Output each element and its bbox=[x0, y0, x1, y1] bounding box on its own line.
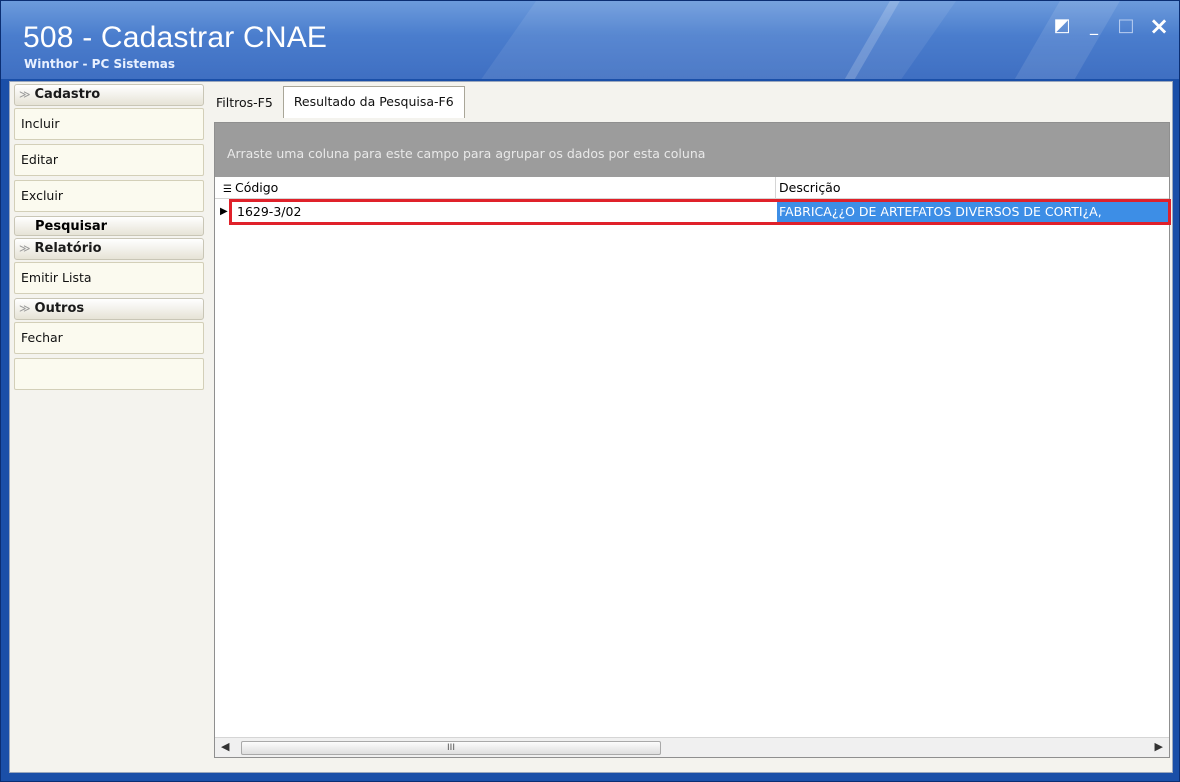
sidebar-item-emitir-lista[interactable]: Emitir Lista bbox=[14, 262, 204, 294]
scroll-left-icon[interactable]: ◀ bbox=[221, 740, 229, 753]
sidebar-item-excluir[interactable]: Excluir bbox=[14, 180, 204, 212]
sidebar-item-editar[interactable]: Editar bbox=[14, 144, 204, 176]
column-headers: ☰ Código Descrição bbox=[215, 177, 1169, 199]
sidebar-item-empty bbox=[14, 358, 204, 390]
group-label: Relatório bbox=[34, 241, 102, 256]
client-area: ≫ Cadastro Incluir Editar Excluir Pesquis… bbox=[9, 81, 1173, 773]
chevron-down-icon: ≫ bbox=[19, 242, 31, 255]
cell-descricao[interactable]: FABRICA¿¿O DE ARTEFATOS DIVERSOS DE CORT… bbox=[777, 202, 1171, 222]
maximize-icon[interactable]: □ bbox=[1117, 17, 1135, 35]
title-bar[interactable]: 508 - Cadastrar CNAE Winthor - PC Sistem… bbox=[1, 1, 1179, 79]
group-by-panel[interactable]: Arraste uma coluna para este campo para … bbox=[215, 123, 1169, 177]
sidebar: ≫ Cadastro Incluir Editar Excluir Pesquis… bbox=[14, 84, 204, 770]
table-row[interactable]: ▶ 1629-3/02 FABRICA¿¿O DE ARTEFATOS DIVE… bbox=[215, 201, 1171, 223]
sidebar-group-cadastro[interactable]: ≫ Cadastro bbox=[14, 84, 204, 106]
scroll-right-icon[interactable]: ▶ bbox=[1155, 740, 1163, 753]
row-indicator-icon: ▶ bbox=[220, 206, 228, 217]
tab-strip: Filtros-F5 Resultado da Pesquisa-F6 bbox=[206, 84, 465, 118]
close-icon[interactable]: × bbox=[1149, 14, 1169, 38]
sidebar-item-pesquisar[interactable]: Pesquisar bbox=[14, 216, 204, 236]
window-title: 508 - Cadastrar CNAE bbox=[23, 21, 328, 54]
sidebar-item-incluir[interactable]: Incluir bbox=[14, 108, 204, 140]
restore-icon[interactable]: ◩ bbox=[1053, 17, 1071, 35]
window-subtitle: Winthor - PC Sistemas bbox=[24, 57, 175, 71]
app-window: 508 - Cadastrar CNAE Winthor - PC Sistem… bbox=[0, 0, 1180, 782]
tab-filtros[interactable]: Filtros-F5 bbox=[206, 90, 283, 118]
results-grid: Arraste uma coluna para este campo para … bbox=[214, 122, 1171, 758]
window-controls: ◩ _ □ × bbox=[1053, 14, 1169, 38]
sidebar-group-relatorio[interactable]: ≫ Relatório bbox=[14, 238, 204, 260]
group-label: Cadastro bbox=[34, 87, 101, 102]
cell-codigo[interactable]: 1629-3/02 bbox=[233, 201, 777, 223]
column-chooser-icon[interactable]: ☰ bbox=[223, 184, 232, 195]
minimize-icon[interactable]: _ bbox=[1085, 17, 1103, 35]
column-header-descricao[interactable]: Descrição bbox=[779, 180, 841, 195]
sidebar-group-outros[interactable]: ≫ Outros bbox=[14, 298, 204, 320]
main-panel: Filtros-F5 Resultado da Pesquisa-F6 Arra… bbox=[206, 84, 1171, 770]
scroll-thumb[interactable]: III bbox=[241, 741, 661, 755]
chevron-down-icon: ≫ bbox=[19, 88, 31, 101]
column-header-codigo[interactable]: ☰ Código bbox=[223, 180, 278, 195]
chevron-down-icon: ≫ bbox=[19, 302, 31, 315]
tab-resultado-pesquisa[interactable]: Resultado da Pesquisa-F6 bbox=[282, 86, 465, 118]
sidebar-item-fechar[interactable]: Fechar bbox=[14, 322, 204, 354]
group-label: Outros bbox=[34, 301, 85, 316]
horizontal-scrollbar[interactable]: ◀ III ▶ bbox=[215, 737, 1169, 757]
